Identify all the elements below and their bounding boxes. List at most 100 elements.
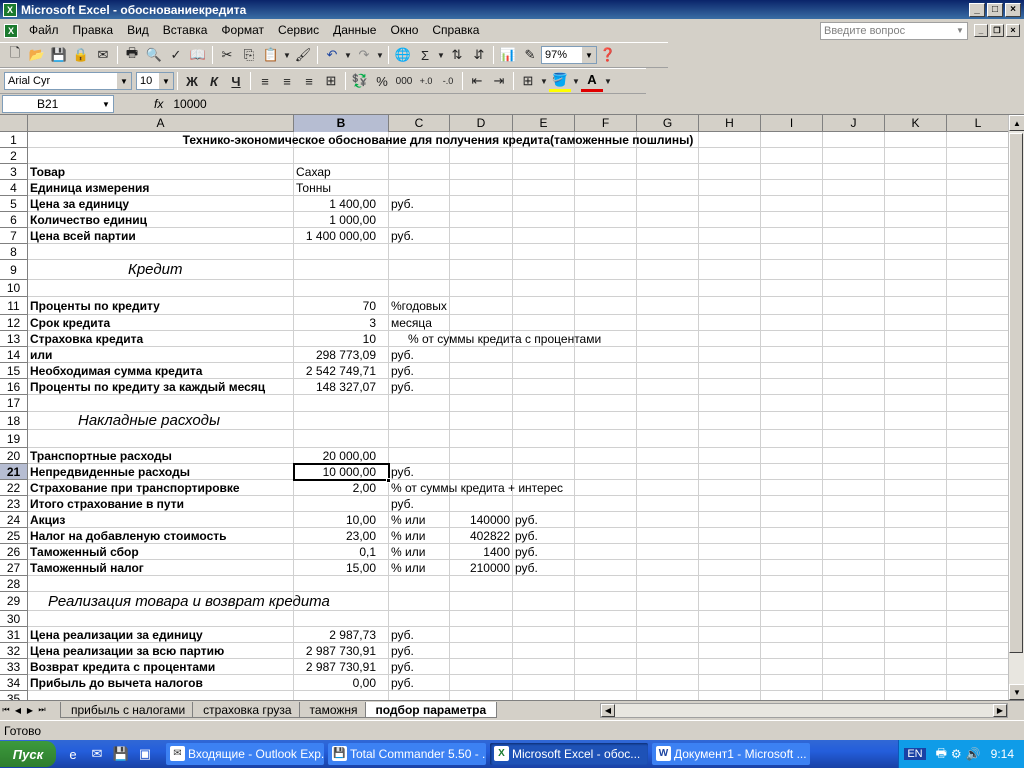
column-header-d[interactable]: D <box>450 115 513 132</box>
row-header-27[interactable]: 27 <box>0 560 28 576</box>
fill-handle[interactable] <box>386 478 391 483</box>
cell-b24[interactable]: 10,00 <box>294 512 389 528</box>
help-icon[interactable]: ❓ <box>597 44 619 66</box>
bold-button[interactable]: Ж <box>181 70 203 92</box>
spelling-icon[interactable]: ✓ <box>165 44 187 66</box>
cell-a25[interactable]: Налог на добавленую стоимость <box>28 528 294 544</box>
cell-c34[interactable]: руб. <box>389 675 414 691</box>
task-excel[interactable]: X Microsoft Excel - обос... <box>490 743 648 765</box>
underline-button[interactable]: Ч <box>225 70 247 92</box>
cell-c7[interactable]: руб. <box>389 228 414 244</box>
cell-a31[interactable]: Цена реализации за единицу <box>28 627 294 643</box>
horizontal-scrollbar[interactable]: ◀ ▶ <box>600 702 1008 718</box>
cell-b15[interactable]: 2 542 749,71 <box>294 363 389 379</box>
row-header-30[interactable]: 30 <box>0 611 28 627</box>
cell-c33[interactable]: руб. <box>389 659 414 675</box>
cell-c13[interactable]: % от суммы кредита с процентами <box>406 331 601 347</box>
cell-a15[interactable]: Необходимая сумма кредита <box>28 363 294 379</box>
cell-c25[interactable]: % или <box>389 528 425 544</box>
align-right-icon[interactable]: ≡ <box>298 70 320 92</box>
cell-b14[interactable]: 298 773,09 <box>294 347 389 363</box>
chevron-down-icon[interactable]: ▼ <box>571 70 581 92</box>
format-painter-icon[interactable]: 🖌 <box>292 44 314 66</box>
cell-e26[interactable]: руб. <box>513 544 538 560</box>
row-header-24[interactable]: 24 <box>0 512 28 528</box>
cell-b32[interactable]: 2 987 730,91 <box>294 643 389 659</box>
cell-b20[interactable]: 20 000,00 <box>294 448 389 464</box>
comma-style-button[interactable]: 000 <box>393 70 415 92</box>
chevron-down-icon[interactable]: ▼ <box>117 73 131 89</box>
cell-a18[interactable]: Накладные расходы <box>78 412 220 430</box>
cell-a22[interactable]: Страхование при транспортировке <box>28 480 294 496</box>
paste-icon[interactable]: 📋 <box>260 44 282 66</box>
start-button[interactable]: Пуск <box>0 741 56 767</box>
next-sheet-icon[interactable]: ▶ <box>24 703 36 717</box>
sheet-tab-profit[interactable]: прибыль с налогами <box>60 702 197 718</box>
row-header-34[interactable]: 34 <box>0 675 28 691</box>
row-header-21[interactable]: 21 <box>0 464 28 480</box>
chevron-down-icon[interactable]: ▼ <box>582 47 596 63</box>
row-header-1[interactable]: 1 <box>0 132 28 148</box>
column-header-b[interactable]: B <box>294 115 389 132</box>
row-header-5[interactable]: 5 <box>0 196 28 212</box>
chevron-down-icon[interactable]: ▼ <box>343 44 353 66</box>
cell-c11[interactable]: %годовых <box>389 298 447 314</box>
borders-icon[interactable]: ⊞ <box>517 70 539 92</box>
cell-b4[interactable]: Тонны <box>294 180 331 196</box>
row-header-35[interactable]: 35 <box>0 691 28 700</box>
menu-edit[interactable]: Правка <box>66 21 121 40</box>
cell-d27[interactable]: 210000 <box>450 560 513 576</box>
row-header-2[interactable]: 2 <box>0 148 28 164</box>
cell-b33[interactable]: 2 987 730,91 <box>294 659 389 675</box>
cell-a32[interactable]: Цена реализации за всю партию <box>28 643 294 659</box>
row-header-6[interactable]: 6 <box>0 212 28 228</box>
autosum-icon[interactable]: Σ <box>414 44 436 66</box>
sheet-tab-customs[interactable]: таможня <box>298 702 369 718</box>
row-header-12[interactable]: 12 <box>0 315 28 331</box>
doc-restore-button[interactable]: ❐ <box>990 24 1004 37</box>
cell-c15[interactable]: руб. <box>389 363 414 379</box>
row-header-31[interactable]: 31 <box>0 627 28 643</box>
row-header-17[interactable]: 17 <box>0 395 28 412</box>
doc-minimize-button[interactable]: _ <box>974 24 988 37</box>
cell-d24[interactable]: 140000 <box>450 512 513 528</box>
cell-grid[interactable]: Технико-экономическое обоснование для по… <box>28 132 1010 700</box>
cell-c24[interactable]: % или <box>389 512 425 528</box>
cell-a26[interactable]: Таможенный сбор <box>28 544 294 560</box>
row-header-20[interactable]: 20 <box>0 448 28 464</box>
scroll-left-icon[interactable]: ◀ <box>601 703 615 717</box>
chevron-down-icon[interactable]: ▼ <box>159 73 173 89</box>
cell-a4[interactable]: Единица измерения <box>28 180 294 196</box>
worksheet[interactable]: A B C D E F G H I J K L 1 2 3 4 5 6 7 8 9 10 11 12 1… <box>0 115 1024 700</box>
row-header-22[interactable]: 22 <box>0 480 28 496</box>
cell-c22[interactable]: % от суммы кредита + интерес <box>389 480 563 496</box>
cell-c16[interactable]: руб. <box>389 379 414 395</box>
floppy-icon[interactable]: 💾 <box>110 743 132 765</box>
column-header-j[interactable]: J <box>823 115 885 132</box>
column-header-k[interactable]: K <box>885 115 947 132</box>
chevron-down-icon[interactable]: ▼ <box>953 22 967 39</box>
row-header-7[interactable]: 7 <box>0 228 28 244</box>
workbook-icon[interactable]: X <box>4 23 18 38</box>
outlook-icon[interactable]: ✉ <box>86 743 108 765</box>
row-header-10[interactable]: 10 <box>0 280 28 297</box>
cell-b22[interactable]: 2,00 <box>294 480 389 496</box>
row-header-9[interactable]: 9 <box>0 260 28 280</box>
formula-input[interactable]: 10000 <box>173 97 206 111</box>
language-indicator[interactable]: EN <box>904 748 926 760</box>
row-header-4[interactable]: 4 <box>0 180 28 196</box>
column-header-l[interactable]: L <box>947 115 1010 132</box>
italic-button[interactable]: К <box>203 70 225 92</box>
cut-icon[interactable]: ✂ <box>216 44 238 66</box>
cell-b12[interactable]: 3 <box>294 315 389 331</box>
font-color-icon[interactable]: A <box>581 70 603 92</box>
column-header-a[interactable]: A <box>28 115 294 132</box>
cell-c14[interactable]: руб. <box>389 347 414 363</box>
cell-b3[interactable]: Сахар <box>294 164 331 180</box>
cell-a27[interactable]: Таможенный налог <box>28 560 294 576</box>
cell-a7[interactable]: Цена всей партии <box>28 228 294 244</box>
menu-file[interactable]: Файл <box>22 21 66 40</box>
column-header-g[interactable]: G <box>637 115 699 132</box>
column-header-f[interactable]: F <box>575 115 637 132</box>
sort-ascending-icon[interactable]: ⇅ <box>446 44 468 66</box>
